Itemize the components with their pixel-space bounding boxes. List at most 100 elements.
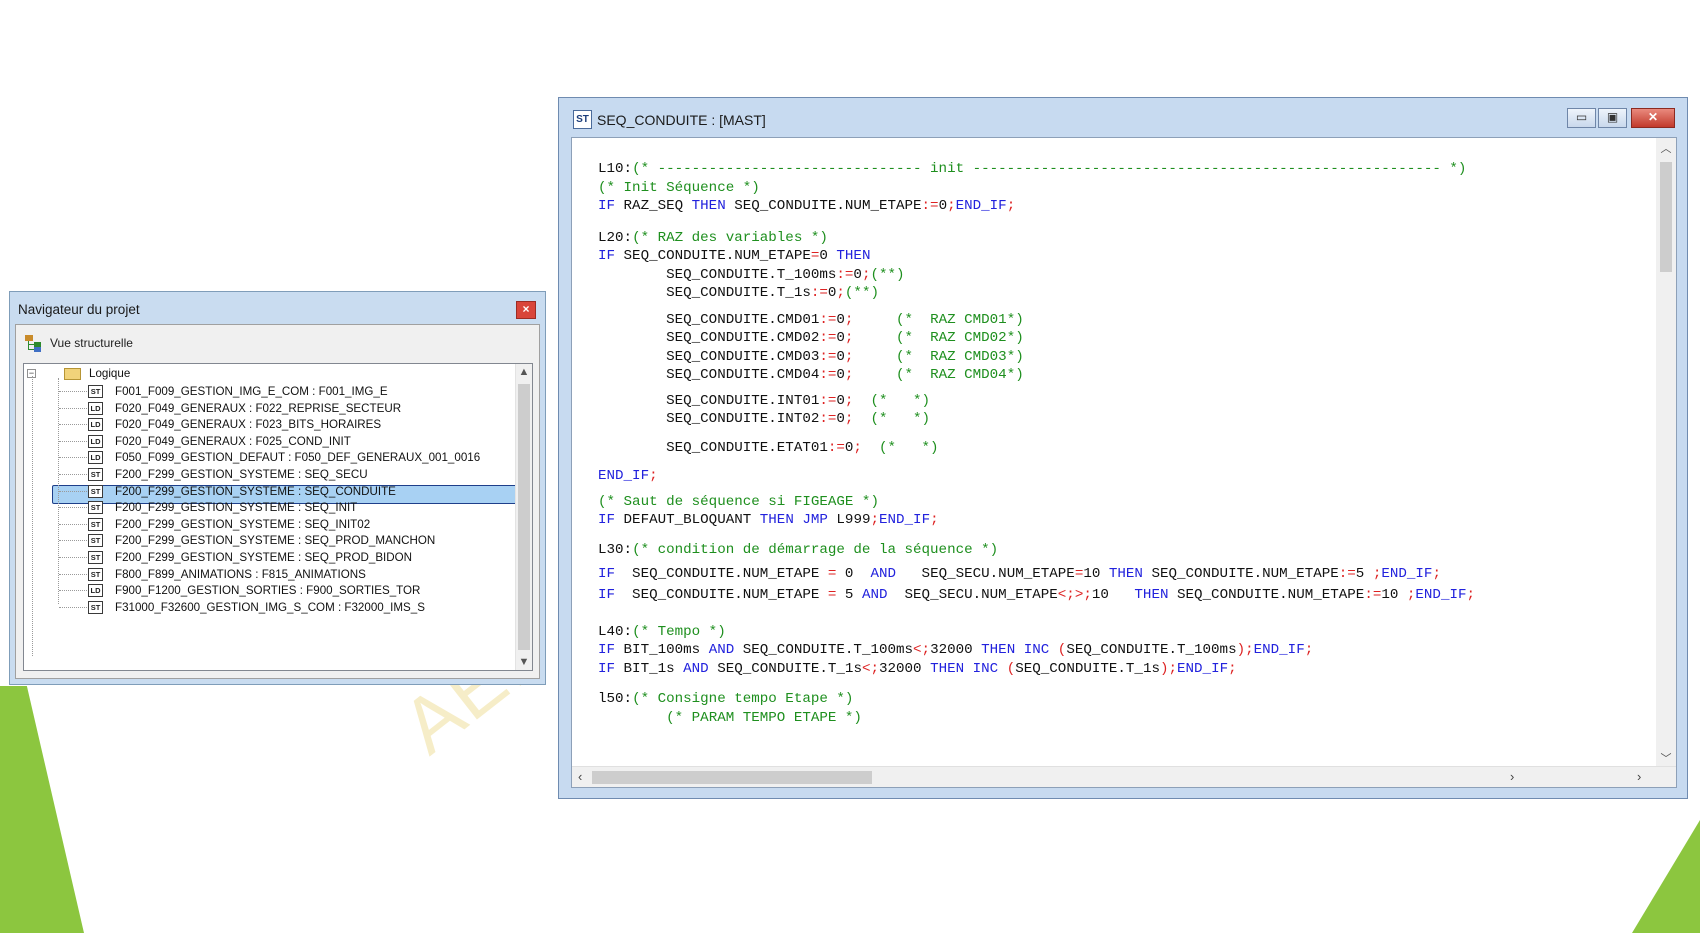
tree-item[interactable]: ST F200_F299_GESTION_SYSTEME : SEQ_PROD_M…	[88, 532, 435, 549]
code-line[interactable]: IF DEFAUT_BLOQUANT THEN JMP L999;END_IF;	[598, 512, 939, 528]
tree-item-label: F200_F299_GESTION_SYSTEME : SEQ_INIT02	[115, 517, 371, 531]
tree-item[interactable]: LD F020_F049_GENERAUX : F023_BITS_HORAIRE…	[88, 416, 381, 433]
maximize-button[interactable]: ▣	[1598, 108, 1627, 128]
ld-section-icon: LD	[88, 434, 103, 448]
tree-item[interactable]: ST F200_F299_GESTION_SYSTEME : SEQ_CONDUI…	[88, 483, 396, 500]
code-line[interactable]: IF SEQ_CONDUITE.NUM_ETAPE = 5 AND SEQ_SE…	[598, 587, 1475, 603]
code-line[interactable]: (* Init Séquence *)	[598, 180, 760, 196]
code-line[interactable]: IF RAZ_SEQ THEN SEQ_CONDUITE.NUM_ETAPE:=…	[598, 198, 1015, 214]
code-line[interactable]: SEQ_CONDUITE.T_100ms:=0;(**)	[598, 267, 904, 283]
scroll-thumb[interactable]	[518, 384, 530, 650]
st-section-icon: ST	[88, 534, 103, 548]
tree-line	[59, 573, 87, 575]
st-section-icon: ST	[88, 551, 103, 564]
tree-item[interactable]: LD F900_F1200_GESTION_SORTIES : F900_SORT…	[88, 582, 420, 599]
tree-line	[59, 424, 87, 426]
tree-line	[32, 376, 33, 656]
code-editor-window: ST SEQ_CONDUITE : [MAST] ▭ ▣ ✕ ︿ ﹀ ‹ › ›…	[558, 97, 1688, 799]
code-line[interactable]: SEQ_CONDUITE.INT01:=0; (* *)	[598, 393, 930, 409]
tree-item-label: F200_F299_GESTION_SYSTEME : SEQ_SECU	[115, 468, 368, 481]
tree-item-label: F050_F099_GESTION_DEFAUT : F050_DEF_GENE…	[115, 451, 481, 465]
ld-section-icon: LD	[88, 401, 103, 415]
scroll-down-icon[interactable]: ▼	[516, 656, 532, 668]
tree-root-logique[interactable]: − Logique	[24, 365, 130, 382]
code-line[interactable]: SEQ_CONDUITE.CMD01:=0; (* RAZ CMD01*)	[598, 312, 1024, 328]
editor-title: SEQ_CONDUITE : [MAST]	[597, 112, 766, 128]
scroll-up-icon[interactable]: ︿	[1656, 140, 1676, 156]
tree-item-label: F020_F049_GENERAUX : F022_REPRISE_SECTEU…	[115, 401, 402, 415]
ld-section-icon: LD	[88, 584, 103, 598]
tree-line	[59, 391, 87, 392]
tree-item[interactable]: ST F200_F299_GESTION_SYSTEME : SEQ_INIT02	[88, 516, 370, 533]
scroll-right-icon[interactable]: ›	[1637, 769, 1641, 784]
code-area[interactable]: ︿ ﹀ ‹ › › L10:(* -----------------------…	[571, 137, 1677, 788]
code-line[interactable]: SEQ_CONDUITE.ETAT01:=0; (* *)	[598, 440, 938, 456]
st-section-icon: ST	[88, 385, 103, 398]
scroll-right-icon[interactable]: ›	[1510, 769, 1514, 784]
st-file-icon: ST	[573, 110, 592, 129]
tree-item[interactable]: ST F800_F899_ANIMATIONS : F815_ANIMATIONS	[88, 566, 366, 583]
navigator-title: Navigateur du projet	[18, 302, 140, 317]
st-section-icon: ST	[88, 484, 103, 498]
st-section-icon: ST	[88, 468, 103, 481]
tree-line	[59, 474, 87, 475]
tree-root-label: Logique	[89, 367, 131, 380]
code-line[interactable]: SEQ_CONDUITE.CMD02:=0; (* RAZ CMD02*)	[598, 330, 1024, 346]
tree-item-label: F31000_F32600_GESTION_IMG_S_COM : F32000…	[115, 600, 425, 614]
tree-item[interactable]: LD F050_F099_GESTION_DEFAUT : F050_DEF_GE…	[88, 449, 480, 466]
code-line[interactable]: SEQ_CONDUITE.CMD04:=0; (* RAZ CMD04*)	[598, 367, 1024, 383]
tree-item-label: F020_F049_GENERAUX : F025_COND_INIT	[115, 434, 351, 448]
editor-vertical-scrollbar[interactable]: ︿ ﹀	[1656, 138, 1676, 768]
tree-item-label: F200_F299_GESTION_SYSTEME : SEQ_PROD_BID…	[115, 551, 413, 564]
structure-tree-icon	[24, 334, 42, 352]
code-line[interactable]: l50:(* Consigne tempo Etape *)	[598, 691, 853, 707]
tree-item[interactable]: ST F001_F009_GESTION_IMG_E_COM : F001_IMG…	[88, 383, 388, 400]
tree-vertical-scrollbar[interactable]: ▲ ▼	[515, 364, 532, 670]
code-line[interactable]: SEQ_CONDUITE.T_1s:=0;(**)	[598, 285, 879, 301]
tree-item-label: F001_F009_GESTION_IMG_E_COM : F001_IMG_E	[115, 385, 388, 398]
code-line[interactable]: IF BIT_100ms AND SEQ_CONDUITE.T_100ms<;3…	[598, 642, 1313, 658]
scroll-left-icon[interactable]: ‹	[578, 769, 582, 784]
st-section-icon: ST	[88, 600, 103, 614]
tree-item[interactable]: ST F200_F299_GESTION_SYSTEME : SEQ_SECU	[88, 466, 368, 483]
ld-section-icon: LD	[88, 418, 103, 432]
code-line[interactable]: END_IF;	[598, 468, 658, 484]
close-button[interactable]: ✕	[1631, 108, 1675, 128]
project-navigator-window: Navigateur du projet × Vue structurelle …	[9, 291, 546, 685]
code-line[interactable]: L10:(* ------------------------------- i…	[598, 161, 1466, 177]
minimize-button[interactable]: ▭	[1567, 108, 1596, 128]
code-line[interactable]: IF SEQ_CONDUITE.NUM_ETAPE = 0 AND SEQ_SE…	[598, 566, 1441, 582]
code-line[interactable]: (* Saut de séquence si FIGEAGE *)	[598, 494, 879, 510]
code-line[interactable]: IF SEQ_CONDUITE.NUM_ETAPE=0 THEN	[598, 248, 870, 264]
code-line[interactable]: L40:(* Tempo *)	[598, 624, 726, 640]
editor-horizontal-scrollbar[interactable]: ‹ › ›	[572, 766, 1676, 787]
decorative-green-triangle-left	[0, 686, 84, 933]
tree-item[interactable]: ST F200_F299_GESTION_SYSTEME : SEQ_PROD_B…	[88, 549, 412, 566]
tree-line	[59, 490, 87, 492]
code-line[interactable]: SEQ_CONDUITE.CMD03:=0; (* RAZ CMD03*)	[598, 349, 1024, 365]
st-section-icon: ST	[88, 501, 103, 515]
tree-item-label: F900_F1200_GESTION_SORTIES : F900_SORTIE…	[115, 584, 421, 598]
code-line[interactable]: (* PARAM TEMPO ETAPE *)	[598, 710, 862, 726]
tree-item[interactable]: ST F31000_F32600_GESTION_IMG_S_COM : F320…	[88, 599, 425, 616]
tree-line	[59, 440, 87, 442]
navigator-close-button[interactable]: ×	[516, 301, 536, 319]
tree-line	[59, 557, 87, 558]
tree-item-label: F800_F899_ANIMATIONS : F815_ANIMATIONS	[115, 567, 366, 581]
tree-item[interactable]: ST F200_F299_GESTION_SYSTEME : SEQ_INIT	[88, 499, 357, 516]
scroll-up-icon[interactable]: ▲	[516, 366, 532, 378]
scroll-thumb[interactable]	[592, 771, 872, 784]
scroll-thumb[interactable]	[1660, 162, 1672, 272]
code-line[interactable]: L20:(* RAZ des variables *)	[598, 230, 828, 246]
structural-view-tab[interactable]: Vue structurelle	[24, 332, 133, 354]
tree-item-label: F200_F299_GESTION_SYSTEME : SEQ_PROD_MAN…	[115, 534, 436, 548]
code-line[interactable]: L30:(* condition de démarrage de la séqu…	[598, 542, 998, 558]
tree-item[interactable]: LD F020_F049_GENERAUX : F025_COND_INIT	[88, 433, 351, 450]
tree-item[interactable]: LD F020_F049_GENERAUX : F022_REPRISE_SECT…	[88, 400, 401, 417]
code-line[interactable]: SEQ_CONDUITE.INT02:=0; (* *)	[598, 411, 930, 427]
scroll-down-icon[interactable]: ﹀	[1656, 750, 1676, 766]
tree-item-label: F020_F049_GENERAUX : F023_BITS_HORAIRES	[115, 418, 382, 432]
st-section-icon: ST	[88, 567, 103, 581]
tree-line	[59, 457, 87, 459]
code-line[interactable]: IF BIT_1s AND SEQ_CONDUITE.T_1s<;32000 T…	[598, 661, 1237, 677]
